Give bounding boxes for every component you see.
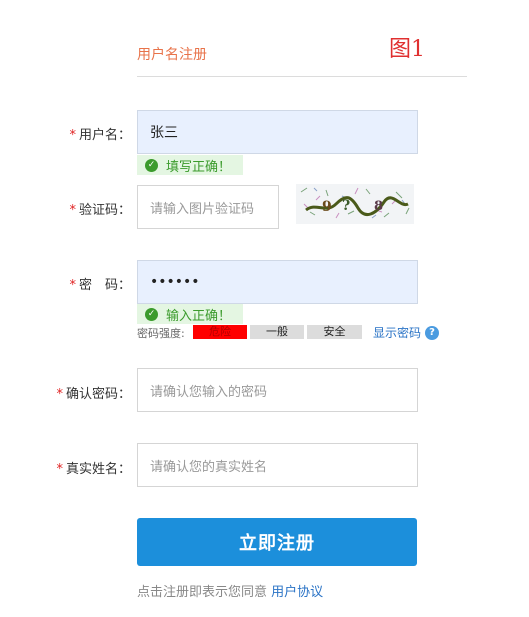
captcha-placeholder: 请输入图片验证码 (150, 201, 255, 217)
password-value: •••••• (150, 274, 200, 290)
strength-segment-safe: 安全 (307, 325, 362, 339)
username-validation-text: 填写正确！ (166, 159, 232, 175)
page-title: 用户名注册 (137, 47, 207, 63)
captcha-input[interactable]: 请输入图片验证码 (137, 185, 279, 229)
password-validation-text: 输入正确！ (166, 308, 232, 324)
captcha-noise-graphic: 9 ? 8 (300, 187, 410, 219)
svg-text:8: 8 (374, 199, 383, 214)
captcha-label-text: 验证码： (78, 203, 131, 218)
user-agreement-link[interactable]: 用户协议 (271, 585, 323, 600)
captcha-label: * 验证码： (36, 199, 131, 218)
real-name-label: * 真实姓名： (36, 458, 131, 477)
real-name-placeholder: 请确认您的真实姓名 (150, 459, 268, 475)
register-button[interactable]: 立即注册 (137, 518, 417, 566)
figure-label: 图1 (389, 37, 425, 62)
check-icon: ✓ (145, 158, 158, 172)
agreement-prefix: 点击注册即表示您同意 (137, 585, 268, 600)
password-label: * 密 码： (36, 274, 131, 293)
password-validation: ✓ 输入正确！ (137, 304, 244, 324)
username-value: 张三 (150, 125, 178, 141)
username-label: * 用户名： (36, 124, 131, 143)
password-input[interactable]: •••••• (137, 260, 418, 304)
check-icon: ✓ (145, 307, 158, 321)
confirm-password-input[interactable]: 请确认您输入的密码 (137, 368, 418, 412)
password-strength-label: 密码强度: (137, 327, 185, 340)
show-password-text[interactable]: 显示密码 (373, 324, 421, 341)
confirm-password-placeholder: 请确认您输入的密码 (150, 384, 268, 400)
required-mark: * (56, 462, 63, 477)
confirm-password-label-text: 确认密码： (65, 387, 131, 402)
show-password-link[interactable]: 显示密码 ? (373, 324, 440, 341)
username-input[interactable]: 张三 (137, 110, 418, 154)
password-label-text: 密 码： (78, 278, 131, 293)
help-icon[interactable]: ? (425, 325, 440, 340)
real-name-input[interactable]: 请确认您的真实姓名 (137, 443, 418, 487)
agreement-text: 点击注册即表示您同意 用户协议 (137, 581, 323, 600)
username-validation: ✓ 填写正确！ (137, 155, 244, 175)
confirm-password-label: * 确认密码： (36, 383, 131, 402)
username-label-text: 用户名： (78, 128, 131, 143)
required-mark: * (69, 128, 76, 143)
required-mark: * (69, 203, 76, 218)
required-mark: * (56, 387, 63, 402)
real-name-label-text: 真实姓名： (65, 462, 131, 477)
strength-segment-danger: 危险 (193, 325, 247, 339)
svg-text:9: 9 (322, 199, 332, 215)
required-mark: * (69, 278, 76, 293)
title-divider (137, 76, 467, 77)
strength-segment-medium: 一般 (250, 325, 304, 339)
svg-text:?: ? (342, 198, 350, 214)
captcha-image[interactable]: 9 ? 8 (296, 184, 414, 224)
